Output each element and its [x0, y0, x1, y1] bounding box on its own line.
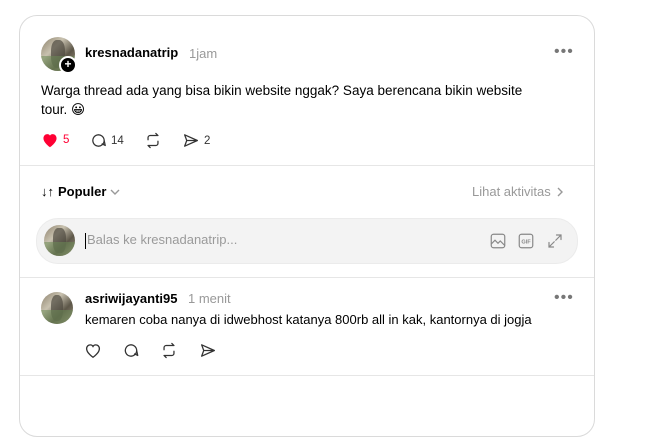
divider: [20, 165, 594, 166]
comment-username[interactable]: asriwijayanti95: [85, 291, 178, 306]
like-count: 5: [63, 134, 70, 146]
comment-more-options-icon[interactable]: •••: [554, 289, 574, 307]
heart-filled-icon: [43, 134, 57, 148]
comment-text: kemaren coba nanya di idwebhost katanya …: [85, 312, 532, 327]
follow-plus-icon[interactable]: +: [59, 56, 77, 74]
comment-author-avatar[interactable]: [41, 292, 73, 324]
comment-share-icon[interactable]: [199, 342, 217, 359]
divider: [20, 277, 594, 278]
view-activity-link[interactable]: Lihat aktivitas: [472, 184, 564, 199]
reply-composer: GIF: [36, 218, 578, 264]
text-caret: [85, 233, 86, 249]
current-user-avatar: [44, 225, 75, 256]
post-timestamp: 1jam: [189, 46, 218, 61]
chevron-right-icon: [557, 187, 563, 196]
sort-label: Populer: [58, 184, 107, 199]
expand-icon[interactable]: [546, 232, 564, 250]
repost-icon: [147, 132, 159, 149]
repost-button[interactable]: [144, 132, 162, 149]
divider: [20, 375, 594, 376]
share-button[interactable]: 2: [182, 132, 210, 149]
comment-timestamp: 1 menit: [188, 291, 231, 306]
view-activity-label: Lihat aktivitas: [472, 184, 551, 199]
comment-reply-icon[interactable]: [122, 342, 140, 359]
sort-arrows-icon: ↓↑: [41, 184, 54, 199]
comment-icon: [92, 134, 106, 147]
like-button[interactable]: 5: [41, 132, 69, 148]
share-count: 2: [204, 134, 211, 147]
gif-icon[interactable]: GIF: [517, 232, 535, 250]
post-more-options-icon[interactable]: •••: [554, 43, 574, 61]
comment-like-icon[interactable]: [84, 342, 102, 359]
reply-input[interactable]: [87, 232, 407, 247]
chevron-down-icon: [110, 189, 120, 195]
image-icon[interactable]: [489, 232, 507, 250]
comment-repost-icon[interactable]: [160, 342, 178, 359]
svg-text:GIF: GIF: [521, 240, 531, 246]
sort-dropdown[interactable]: ↓↑ Populer: [41, 184, 120, 199]
reply-count: 14: [111, 134, 124, 147]
reply-button[interactable]: 14: [90, 132, 124, 149]
post-text: Warga thread ada yang bisa bikin website…: [41, 83, 523, 117]
post-username[interactable]: kresnadanatrip: [85, 45, 178, 60]
send-icon: [183, 134, 199, 147]
